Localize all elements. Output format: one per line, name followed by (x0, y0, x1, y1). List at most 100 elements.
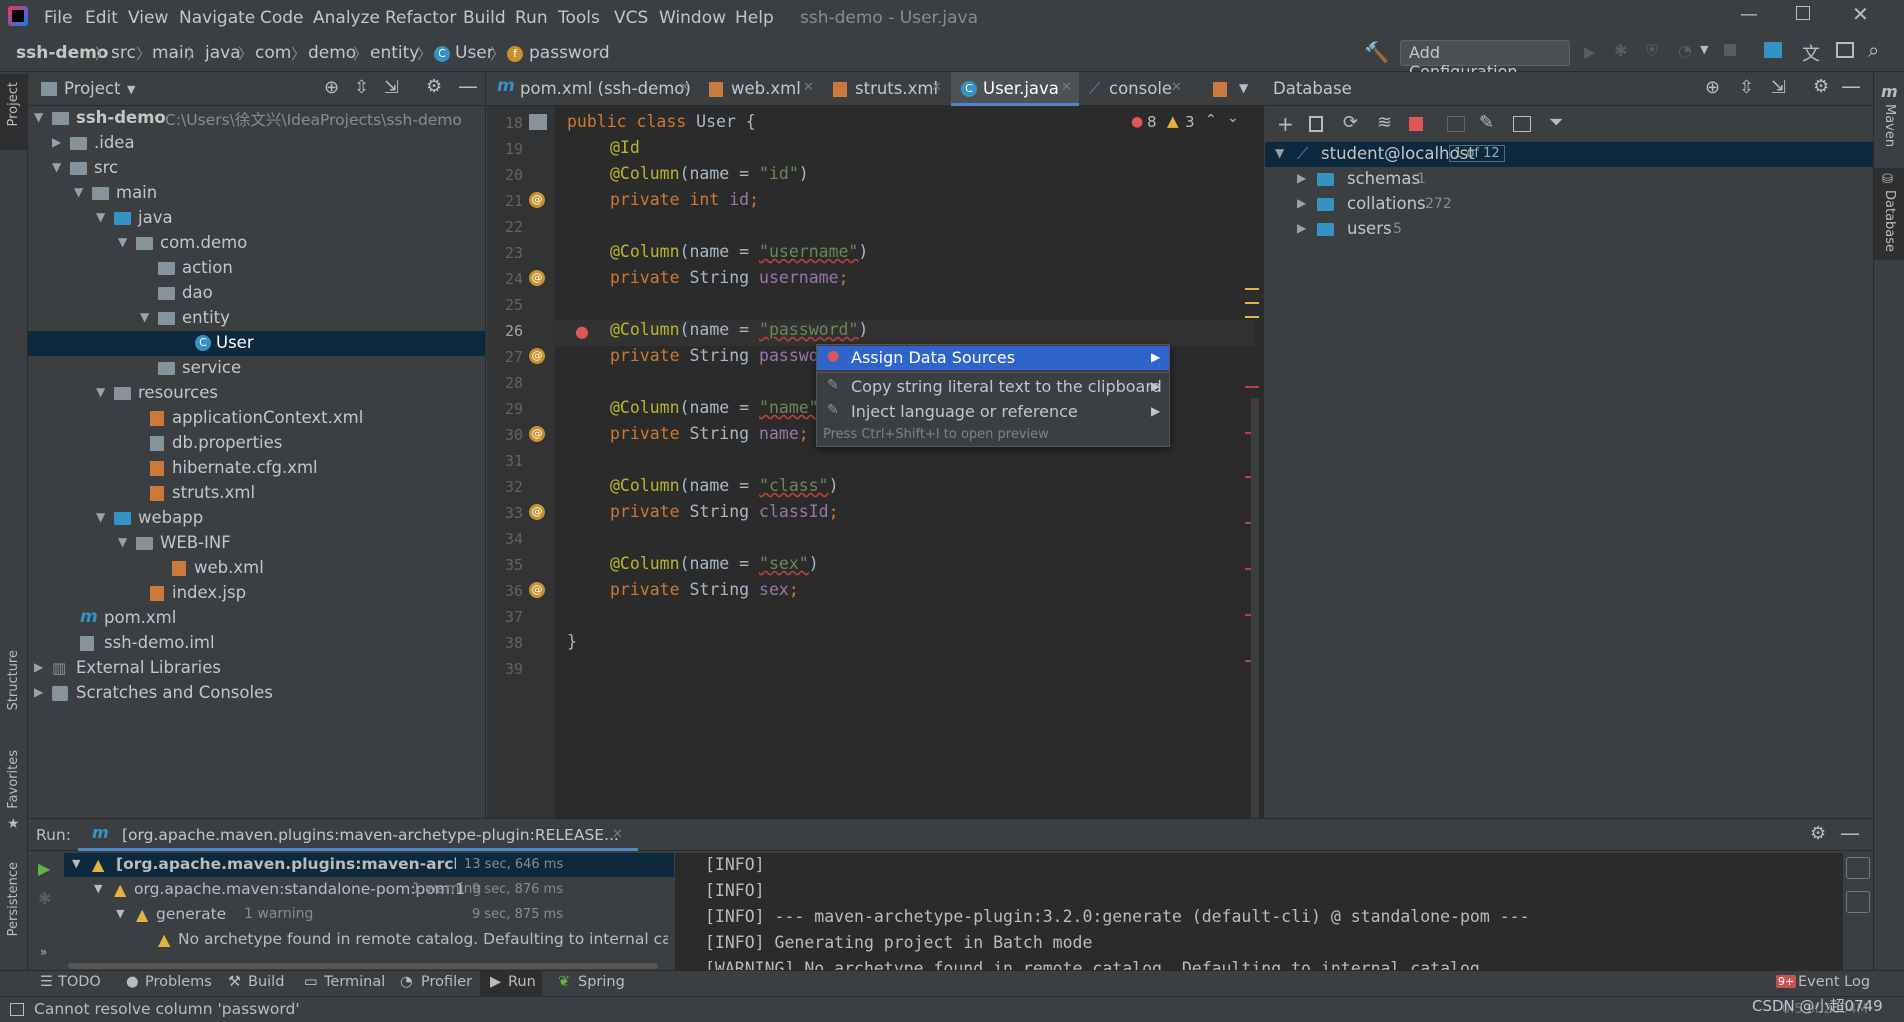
chevron-down-icon[interactable]: ▼ (116, 907, 124, 920)
chevron-down-icon[interactable]: ▼ (1275, 146, 1284, 160)
minimize-icon[interactable]: — (1740, 4, 1758, 25)
tree-node-iml[interactable]: ssh-demo.iml (28, 631, 485, 656)
tree-node-dao[interactable]: dao (28, 281, 485, 306)
database-tool-tab[interactable]: ⛁ Database (1874, 168, 1904, 260)
close-icon[interactable]: ✕ (612, 827, 623, 842)
error-bulb-icon[interactable]: ● (575, 322, 589, 341)
copy-string-literal-item[interactable]: ✎ Copy string literal text to the clipbo… (817, 375, 1169, 399)
tree-node-resources[interactable]: ▼ resources (28, 381, 485, 406)
run-icon[interactable]: ▶ (1584, 43, 1596, 61)
hide-icon[interactable]: — (1841, 74, 1861, 98)
tool-tab-terminal[interactable]: Terminal (324, 974, 385, 990)
project-tool-tab[interactable]: Project (0, 74, 27, 150)
rerun-icon[interactable]: ▶ (38, 859, 50, 878)
breadcrumb-com[interactable]: com (255, 43, 291, 63)
menu-navigate[interactable]: Navigate (179, 8, 255, 28)
run-tab[interactable]: m [org.apache.maven.plugins:maven-archet… (78, 819, 638, 851)
maven-icon[interactable]: m (1881, 82, 1898, 101)
code-line-19[interactable]: @Id (610, 138, 640, 157)
breadcrumb-user[interactable]: User (455, 43, 494, 63)
code-line-24[interactable]: private String username; (610, 268, 848, 287)
locate-icon[interactable]: ⊕ (324, 77, 339, 98)
tree-node-entity[interactable]: ▼ entity (28, 306, 485, 331)
chevron-right-icon[interactable]: ▶ (34, 685, 43, 699)
menu-refactor[interactable]: Refactor (385, 8, 456, 28)
warning-icon[interactable]: ▲ (1167, 112, 1179, 130)
menu-edit[interactable]: Edit (85, 8, 118, 28)
chevron-right-icon[interactable]: ▶ (1297, 196, 1306, 210)
menu-build[interactable]: Build (463, 8, 506, 28)
code-line-32[interactable]: @Column(name = "class") (610, 476, 839, 495)
chevron-down-icon[interactable]: ▼ (34, 110, 43, 124)
stop-icon[interactable] (1724, 44, 1736, 56)
code-line-29[interactable]: @Column(name = "name" (610, 398, 819, 417)
more-icon[interactable]: » (40, 945, 47, 959)
code-line-20[interactable]: @Column(name = "id") (610, 164, 809, 183)
tab-pom-xml[interactable]: m pom.xml (ssh-demo) ✕ (487, 72, 699, 106)
chevron-right-icon[interactable]: ▶ (34, 660, 43, 674)
code-line-18[interactable]: public class User { (567, 112, 756, 131)
gear-icon[interactable]: ⚙ (1813, 76, 1829, 97)
breadcrumb-src[interactable]: src (111, 43, 136, 63)
filter-icon[interactable]: ⏷ (1549, 112, 1563, 133)
chevron-down-icon[interactable]: ▼ (74, 185, 83, 199)
tree-node-db-properties[interactable]: db.properties (28, 431, 485, 456)
chevron-down-icon[interactable]: ▼ (94, 882, 102, 895)
soft-wrap-icon[interactable] (1846, 857, 1870, 879)
tree-node-idea[interactable]: ▶ .idea (28, 131, 485, 156)
horizontal-scrollbar[interactable] (68, 963, 658, 969)
breadcrumb-demo[interactable]: demo (308, 43, 356, 63)
chevron-down-icon[interactable]: ▼ (72, 857, 80, 870)
tree-node-struts-xml[interactable]: struts.xml (28, 481, 485, 506)
tree-node-action[interactable]: action (28, 256, 485, 281)
run-tree-row[interactable]: ▼ ▲ [org.apache.maven.plugins:maven-arch… (64, 853, 674, 877)
tool-tab-event-log[interactable]: Event Log (1798, 974, 1870, 990)
close-icon[interactable]: ✕ (1171, 80, 1182, 95)
chevron-right-icon[interactable]: ▶ (1297, 221, 1306, 235)
expand-all-icon[interactable]: ⇳ (354, 77, 369, 98)
run-tree-row[interactable]: ▼ ▲ generate 1 warning 9 sec, 875 ms (64, 903, 674, 927)
tree-node-pom-xml[interactable]: m pom.xml (28, 606, 485, 631)
code-line-27[interactable]: private String passwo (610, 346, 819, 365)
menu-code[interactable]: Code (260, 8, 304, 28)
chevron-right-icon[interactable]: ▶ (52, 135, 61, 149)
connection-badge[interactable]: 1 of 12 (1449, 145, 1505, 162)
tree-node-service[interactable]: service (28, 356, 485, 381)
error-marker[interactable] (1245, 386, 1259, 388)
code-line-38[interactable]: } (567, 632, 577, 651)
chevron-right-icon[interactable]: ▶ (1297, 171, 1306, 185)
code-line-23[interactable]: @Column(name = "username") (610, 242, 868, 261)
warning-marker[interactable] (1245, 302, 1259, 304)
presentation-icon[interactable] (1836, 42, 1854, 58)
persistence-gutter-icon[interactable]: @ (529, 192, 545, 208)
tool-tab-todo[interactable]: TODO (58, 974, 101, 990)
translate-icon[interactable]: 文 (1802, 40, 1820, 66)
coverage-icon[interactable]: ⛨ (1646, 41, 1658, 61)
tab-web-xml[interactable]: web.xml ✕ (699, 72, 823, 106)
warning-count[interactable]: 3 (1185, 113, 1195, 131)
persistence-gutter-icon[interactable]: @ (529, 582, 545, 598)
tree-node-web-xml[interactable]: web.xml (28, 556, 485, 581)
copy-icon[interactable] (1309, 116, 1323, 132)
gear-icon[interactable]: ⚙ (426, 76, 442, 97)
tool-tab-build[interactable]: Build (248, 974, 284, 990)
code-line-33[interactable]: private String classId; (610, 502, 839, 521)
breadcrumb-java[interactable]: java (205, 43, 241, 63)
editor-scrollbar[interactable] (1251, 398, 1259, 818)
persistence-gutter-icon[interactable]: @ (529, 426, 545, 442)
stop-icon[interactable]: ✱ (38, 889, 51, 908)
tree-node-root[interactable]: ▼ ssh-demo C:\Users\徐文兴\IdeaProjects\ssh… (28, 106, 485, 131)
favorites-tool-tab[interactable]: Favorites (6, 750, 21, 809)
tree-node-src[interactable]: ▼ src (28, 156, 485, 181)
console-icon[interactable] (1513, 116, 1531, 132)
maximize-icon[interactable] (1796, 6, 1810, 20)
profile-icon[interactable]: ◔ (1678, 41, 1692, 60)
breadcrumb-entity[interactable]: entity (370, 43, 419, 63)
stop-icon[interactable] (1409, 117, 1423, 131)
code-line-26[interactable]: @Column(name = "password") (610, 320, 868, 339)
tool-tab-problems[interactable]: Problems (145, 974, 212, 990)
tree-node-hibernate-cfg[interactable]: hibernate.cfg.xml (28, 456, 485, 481)
project-structure-icon[interactable] (1764, 42, 1782, 58)
collapse-all-icon[interactable]: ⇲ (1771, 77, 1786, 98)
table-icon[interactable] (1447, 116, 1465, 132)
